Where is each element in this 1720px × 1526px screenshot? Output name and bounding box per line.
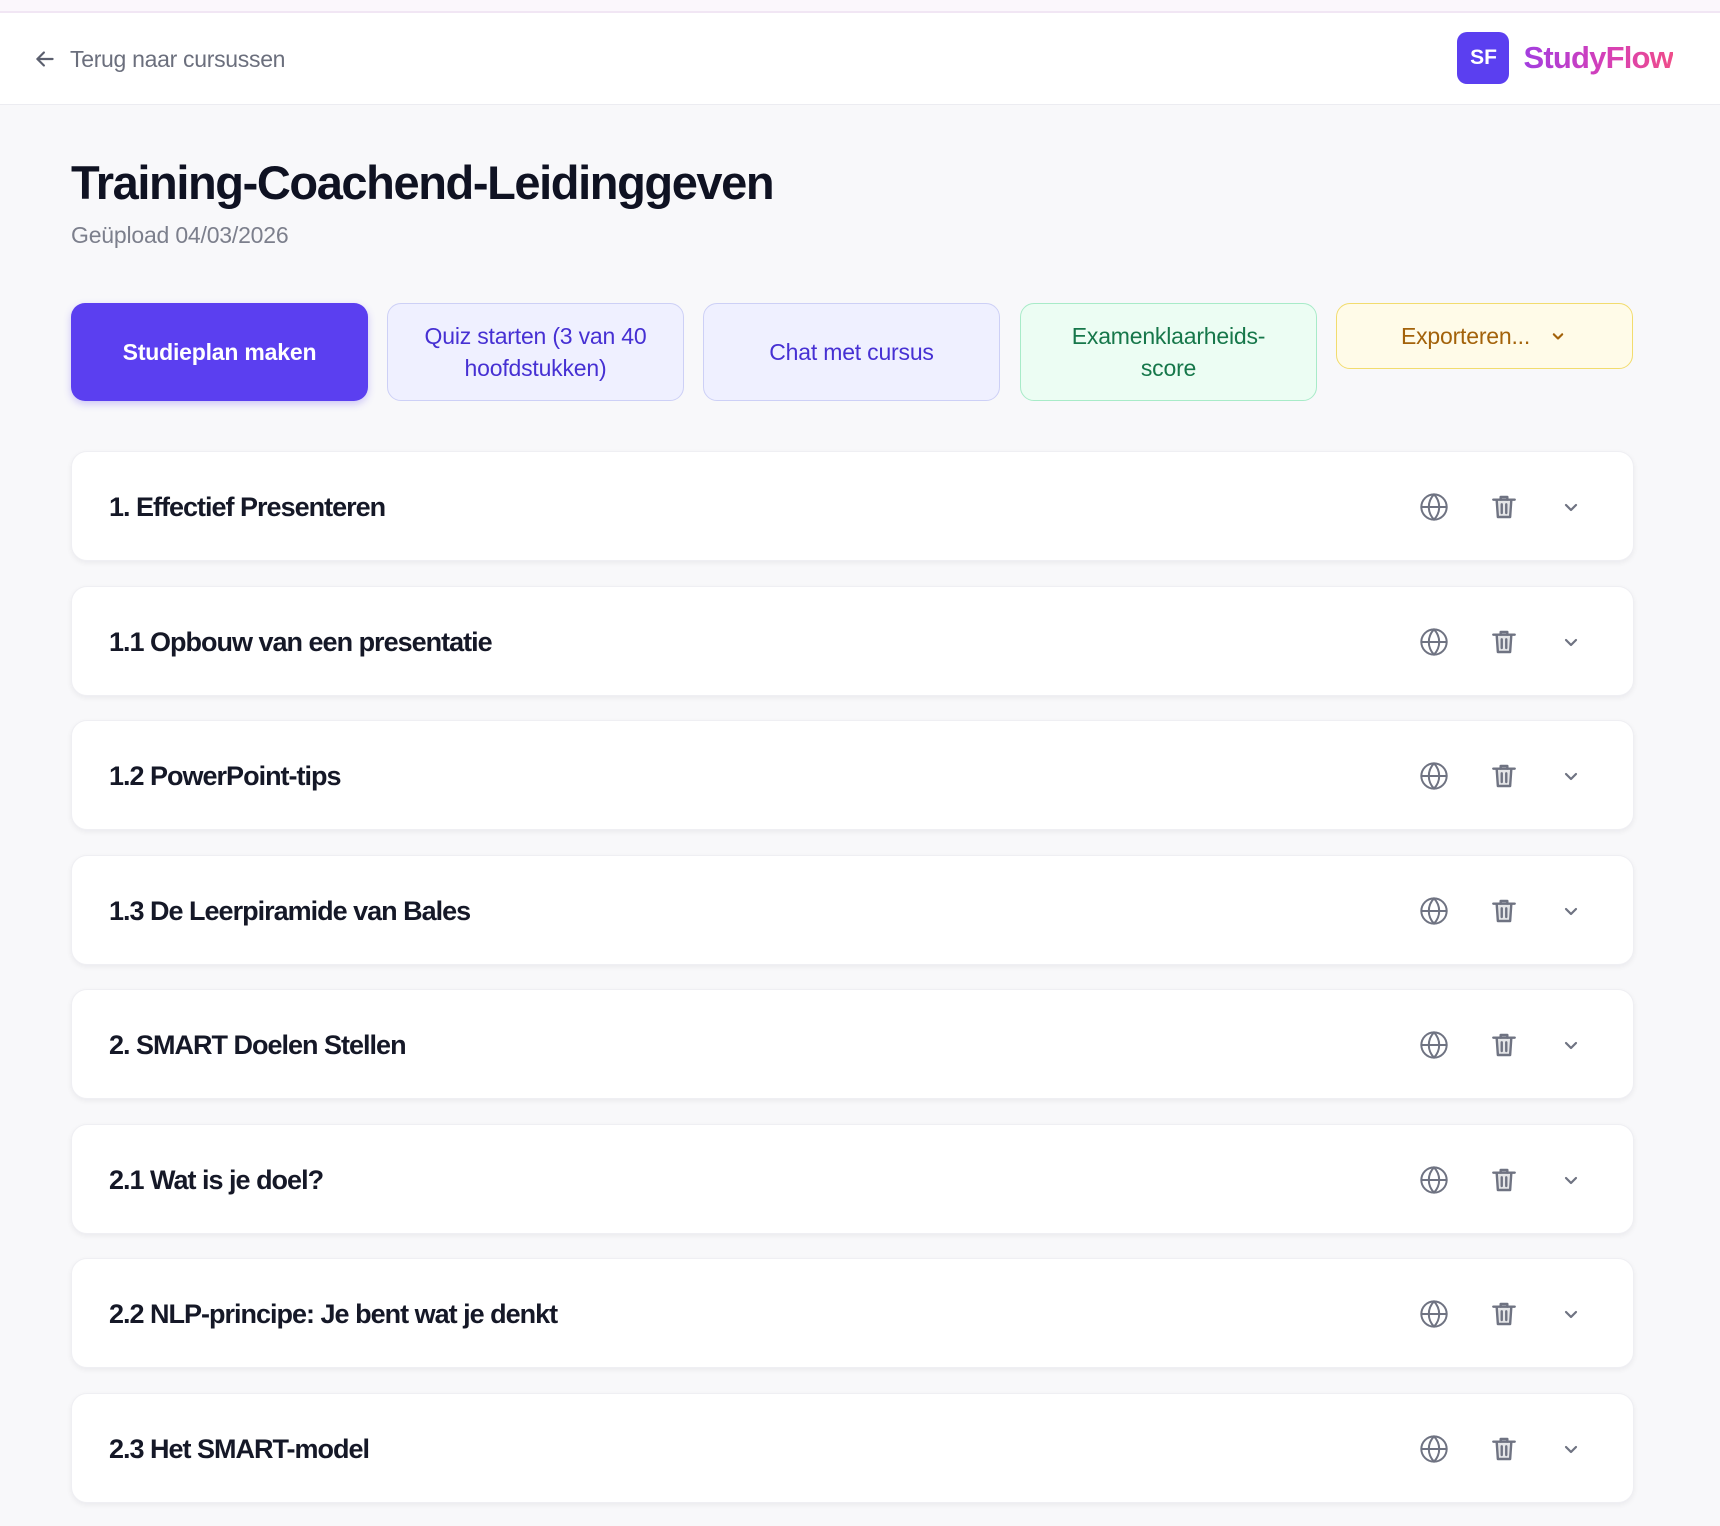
back-to-courses-link[interactable]: Terug naar cursussen	[32, 41, 285, 77]
chapter-title: 2. SMART Doelen Stellen	[109, 1030, 407, 1060]
export-button-label: Exporteren...	[1400, 323, 1531, 349]
brand[interactable]: SF StudyFlow	[1457, 32, 1674, 84]
exam-readiness-button-label: Examenklaarheids-score	[1071, 323, 1266, 381]
upload-date: Geüpload 04/03/2026	[71, 222, 289, 248]
chevron-down-icon[interactable]	[1552, 1026, 1590, 1064]
chapter-title: 2.2 NLP-principe: Je bent wat je denkt	[109, 1299, 558, 1329]
chapter-title: 1.2 PowerPoint-tips	[109, 761, 342, 791]
globe-icon[interactable]	[1415, 892, 1453, 930]
chevron-down-icon[interactable]	[1552, 757, 1590, 795]
chevron-down-icon[interactable]	[1552, 892, 1590, 930]
globe-icon[interactable]	[1415, 1430, 1453, 1468]
brand-name: StudyFlow	[1523, 40, 1673, 75]
chevron-down-icon[interactable]	[1552, 623, 1590, 661]
export-dropdown-button[interactable]: Exporteren...	[1336, 303, 1633, 369]
chevron-down-icon[interactable]	[1552, 1430, 1590, 1468]
chevron-down-icon[interactable]	[1552, 1295, 1590, 1333]
chapter-card[interactable]: 2.3 Het SMART-model	[71, 1393, 1634, 1503]
chat-button-label: Chat met cursus	[769, 339, 934, 365]
trash-icon[interactable]	[1485, 1430, 1523, 1468]
chapter-card[interactable]: 2.1 Wat is je doel?	[71, 1124, 1634, 1234]
chevron-down-icon	[1552, 333, 1564, 340]
trash-icon[interactable]	[1485, 623, 1523, 661]
trash-icon[interactable]	[1485, 892, 1523, 930]
trash-icon[interactable]	[1485, 488, 1523, 526]
globe-icon[interactable]	[1415, 1295, 1453, 1333]
trash-icon[interactable]	[1485, 1295, 1523, 1333]
chapter-title: 2.3 Het SMART-model	[109, 1434, 370, 1464]
globe-icon[interactable]	[1415, 1161, 1453, 1199]
chapter-card[interactable]: 1.1 Opbouw van een presentatie	[71, 586, 1634, 696]
chat-with-course-button[interactable]: Chat met cursus	[703, 303, 1000, 401]
chevron-down-icon[interactable]	[1552, 1161, 1590, 1199]
arrow-left-icon	[36, 51, 54, 67]
back-link-label: Terug naar cursussen	[70, 45, 286, 72]
start-quiz-button-label: Quiz starten (3 van 40 hoofdstukken)	[424, 323, 647, 381]
study-plan-button-label: Studieplan maken	[122, 339, 317, 365]
chapter-title: 1.1 Opbouw van een presentatie	[109, 627, 493, 657]
top-accent-line	[0, 0, 1720, 13]
chapter-title: 2.1 Wat is je doel?	[109, 1165, 324, 1195]
chapter-card[interactable]: 2.2 NLP-principe: Je bent wat je denkt	[71, 1258, 1634, 1368]
trash-icon[interactable]	[1485, 1161, 1523, 1199]
study-plan-button[interactable]: Studieplan maken	[71, 303, 368, 401]
chapter-card[interactable]: 2. SMART Doelen Stellen	[71, 989, 1634, 1099]
top-bar: Terug naar cursussen SF StudyFlow	[0, 13, 1720, 105]
chapter-title: 1. Effectief Presenteren	[109, 492, 386, 522]
chapter-card[interactable]: 1.2 PowerPoint-tips	[71, 720, 1634, 830]
globe-icon[interactable]	[1415, 623, 1453, 661]
exam-readiness-score-button[interactable]: Examenklaarheids-score	[1020, 303, 1317, 401]
course-title: Training-Coachend-Leidinggeven	[71, 156, 775, 209]
start-quiz-button[interactable]: Quiz starten (3 van 40 hoofdstukken)	[387, 303, 684, 401]
globe-icon[interactable]	[1415, 1026, 1453, 1064]
trash-icon[interactable]	[1485, 1026, 1523, 1064]
globe-icon[interactable]	[1415, 757, 1453, 795]
chapter-card[interactable]: 1.3 De Leerpiramide van Bales	[71, 855, 1634, 965]
chapter-title: 1.3 De Leerpiramide van Bales	[109, 896, 471, 926]
brand-logo: SF	[1457, 32, 1510, 84]
chevron-down-icon[interactable]	[1552, 488, 1590, 526]
chapter-card[interactable]: 1. Effectief Presenteren	[71, 451, 1634, 561]
trash-icon[interactable]	[1485, 757, 1523, 795]
globe-icon[interactable]	[1415, 488, 1453, 526]
